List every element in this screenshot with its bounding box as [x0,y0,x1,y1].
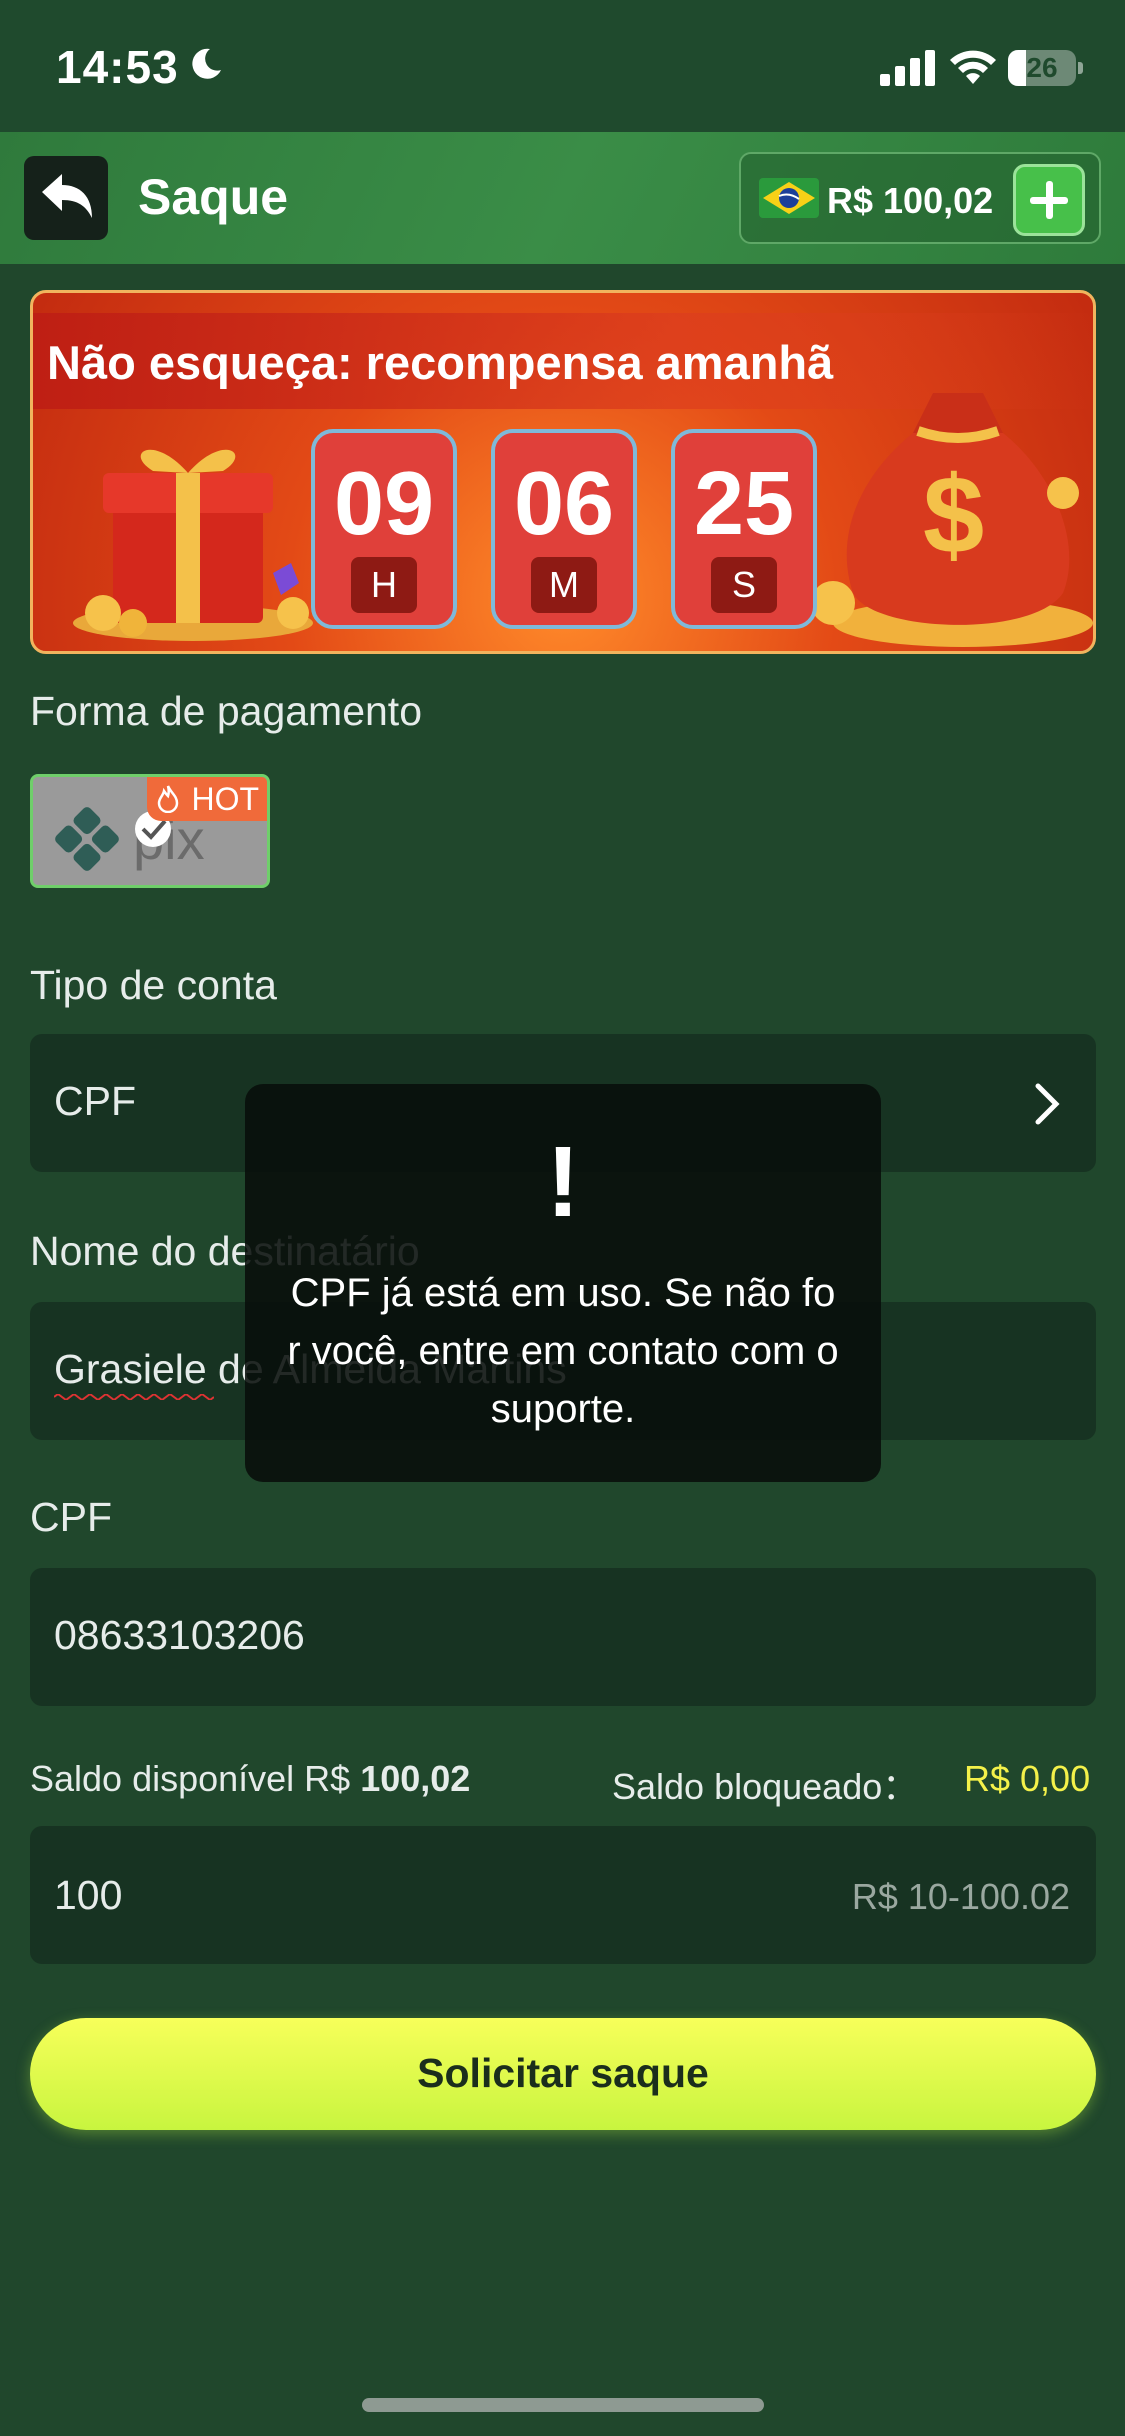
request-withdrawal-button[interactable]: Solicitar saque [30,2018,1096,2130]
balance-pill[interactable]: R$ 100,02 [739,152,1101,244]
status-time: 14:53 [56,41,179,93]
wifi-icon [950,50,996,84]
battery-percent: 26 [1026,52,1058,83]
reward-banner[interactable]: Não esqueça: recompensa amanhã $ 09 H 06… [30,290,1096,654]
pix-payment-option[interactable]: pix HOT [30,774,270,888]
banner-title: Não esqueça: recompensa amanhã [47,336,834,389]
amount-range-hint: R$ 10-100.02 [851,1876,1070,1917]
chevron-right-icon [1035,1083,1060,1125]
status-bar: 14:53 26 [0,0,1125,132]
available-balance: Saldo disponível R$ 100,02 [30,1758,470,1800]
app-header: Saque R$ 100,02 [0,132,1125,264]
cpf-value: 08633103206 [54,1612,305,1658]
payment-method-label: Forma de pagamento [30,688,423,734]
blocked-balance-label: Saldo bloqueado： [612,1766,919,1807]
flame-icon [157,785,179,813]
amount-value: 100 [54,1872,123,1918]
countdown-seconds-unit: S [711,557,777,613]
available-balance-label: Saldo disponível R$ [30,1758,351,1799]
money-bag-icon: $ [811,393,1093,647]
countdown-minutes-value: 06 [513,454,615,554]
countdown-hours: 09 H [311,429,457,629]
countdown-seconds-value: 25 [693,454,795,554]
countdown-hours-value: 09 [333,454,435,554]
balance-amount: R$ 100,02 [827,180,994,221]
brazil-flag-icon [759,178,819,218]
moon-icon [192,48,221,79]
page-title: Saque [138,169,289,225]
deposit-plus-button[interactable] [1013,164,1085,236]
blocked-balance-value: R$ 0,00 [964,1758,1091,1799]
request-withdrawal-label: Solicitar saque [417,2050,709,2096]
account-type-value: CPF [54,1078,136,1124]
exclamation-icon: ! [546,1126,580,1238]
account-type-label: Tipo de conta [30,962,277,1008]
countdown-seconds: 25 S [671,429,817,629]
back-button[interactable] [24,156,108,240]
countdown-hours-unit: H [351,557,417,613]
cpf-label: CPF [30,1494,112,1540]
signal-icon [880,50,935,86]
svg-text:$: $ [923,454,984,577]
battery-icon: 26 [1008,50,1084,86]
spellcheck-underline [54,1394,214,1400]
home-indicator[interactable] [362,2398,764,2412]
available-balance-value: 100,02 [360,1758,471,1799]
hot-badge-text: HOT [191,781,259,817]
back-arrow-icon [42,174,92,218]
toast-message: CPF já está em uso. Se não for você, ent… [287,1271,839,1431]
countdown-minutes-unit: M [531,557,597,613]
countdown-minutes: 06 M [491,429,637,629]
amount-input[interactable]: 100 R$ 10-100.02 [30,1826,1096,1964]
error-toast: ! CPF já está em uso. Se não for você, e… [245,1084,881,1482]
hot-badge: HOT [147,777,267,821]
cpf-field[interactable]: 08633103206 [30,1568,1096,1706]
gift-box-icon [73,449,313,641]
